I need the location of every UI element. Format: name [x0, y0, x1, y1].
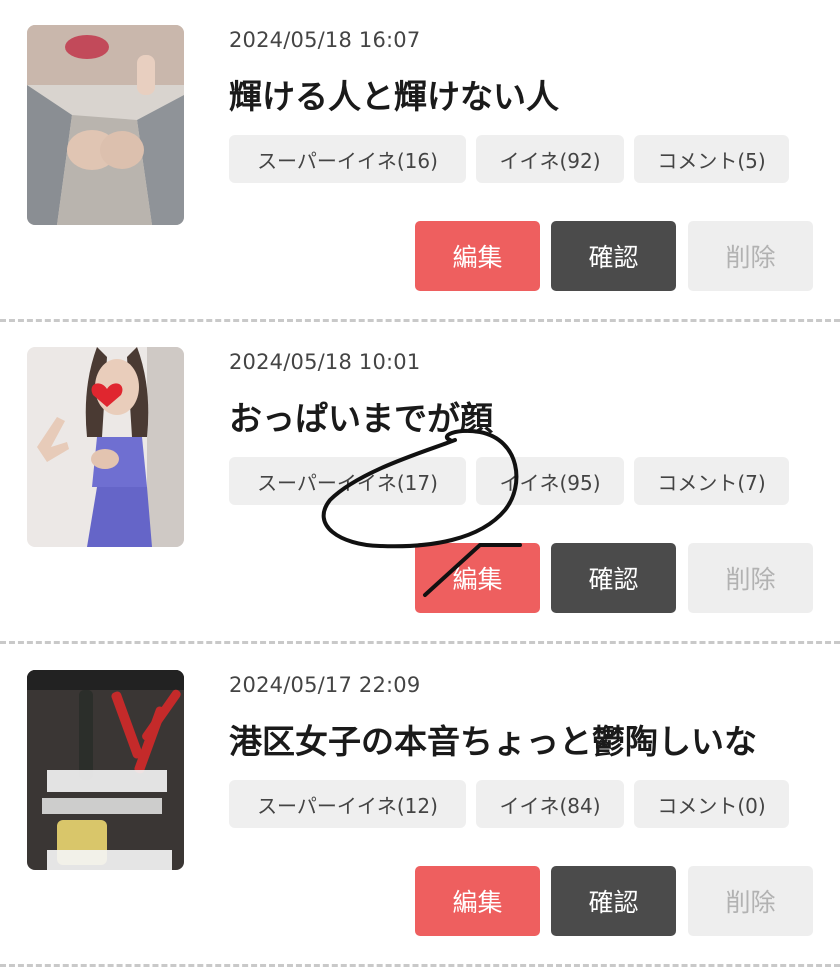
confirm-button[interactable]: 確認 [551, 866, 676, 936]
post-divider [0, 964, 840, 967]
delete-button[interactable]: 削除 [688, 543, 813, 613]
like-count: イイネ(95) [476, 457, 624, 505]
thumbnail-image [27, 347, 184, 547]
comment-count: コメント(5) [634, 135, 789, 183]
post-title[interactable]: おっぱいまでが顔 [229, 392, 493, 440]
post-title[interactable]: 輝ける人と輝けない人 [229, 70, 559, 118]
post-item: 2024/05/18 10:01 おっぱいまでが顔 スーパーイイネ(17) イイ… [0, 322, 840, 644]
edit-button[interactable]: 編集 [415, 543, 540, 613]
comment-count: コメント(7) [634, 457, 789, 505]
post-date: 2024/05/17 22:09 [229, 673, 421, 697]
super-like-count: スーパーイイネ(12) [229, 780, 466, 828]
confirm-button[interactable]: 確認 [551, 221, 676, 291]
comment-count: コメント(0) [634, 780, 789, 828]
post-date: 2024/05/18 10:01 [229, 350, 421, 374]
thumbnail-image [27, 25, 184, 225]
post-thumbnail[interactable] [27, 670, 184, 870]
post-divider [0, 641, 840, 644]
super-like-count: スーパーイイネ(16) [229, 135, 466, 183]
post-item: 2024/05/17 22:09 港区女子の本音ちょっと鬱陶しいな スーパーイイ… [0, 645, 840, 967]
post-divider [0, 319, 840, 322]
delete-button[interactable]: 削除 [688, 866, 813, 936]
thumbnail-image [27, 670, 184, 870]
post-date: 2024/05/18 16:07 [229, 28, 421, 52]
post-thumbnail[interactable] [27, 25, 184, 225]
post-item: 2024/05/18 16:07 輝ける人と輝けない人 スーパーイイネ(16) … [0, 0, 840, 322]
edit-button[interactable]: 編集 [415, 866, 540, 936]
confirm-button[interactable]: 確認 [551, 543, 676, 613]
delete-button[interactable]: 削除 [688, 221, 813, 291]
edit-button[interactable]: 編集 [415, 221, 540, 291]
like-count: イイネ(84) [476, 780, 624, 828]
super-like-count: スーパーイイネ(17) [229, 457, 466, 505]
post-title[interactable]: 港区女子の本音ちょっと鬱陶しいな [229, 715, 757, 763]
like-count: イイネ(92) [476, 135, 624, 183]
post-thumbnail[interactable] [27, 347, 184, 547]
